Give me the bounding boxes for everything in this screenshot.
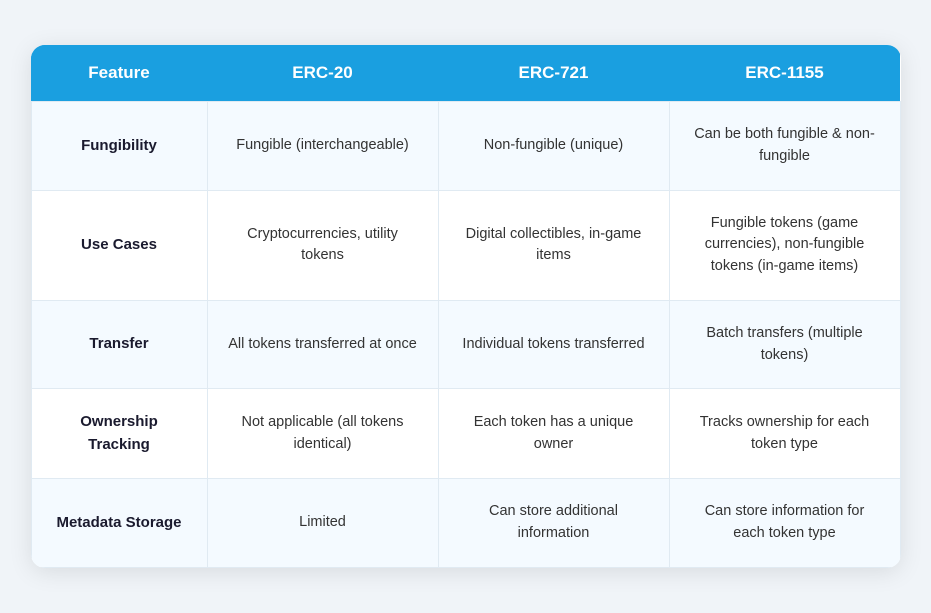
cell-erc721: Can store additional information bbox=[438, 479, 669, 568]
cell-erc721: Digital collectibles, in-game items bbox=[438, 190, 669, 300]
table-row: Ownership TrackingNot applicable (all to… bbox=[31, 389, 900, 479]
cell-erc20: Not applicable (all tokens identical) bbox=[207, 389, 438, 479]
cell-feature: Transfer bbox=[31, 300, 207, 389]
cell-feature: Fungibility bbox=[31, 102, 207, 191]
cell-erc1155: Can store information for each token typ… bbox=[669, 479, 900, 568]
table-body: FungibilityFungible (interchangeable)Non… bbox=[31, 102, 900, 568]
cell-erc721: Non-fungible (unique) bbox=[438, 102, 669, 191]
table-row: TransferAll tokens transferred at onceIn… bbox=[31, 300, 900, 389]
cell-erc1155: Fungible tokens (game currencies), non-f… bbox=[669, 190, 900, 300]
table-row: Use CasesCryptocurrencies, utility token… bbox=[31, 190, 900, 300]
cell-feature: Ownership Tracking bbox=[31, 389, 207, 479]
comparison-table-wrapper: Feature ERC-20 ERC-721 ERC-1155 Fungibil… bbox=[31, 45, 901, 568]
comparison-table: Feature ERC-20 ERC-721 ERC-1155 Fungibil… bbox=[31, 45, 901, 568]
cell-erc20: Fungible (interchangeable) bbox=[207, 102, 438, 191]
cell-erc20: All tokens transferred at once bbox=[207, 300, 438, 389]
cell-feature: Metadata Storage bbox=[31, 479, 207, 568]
cell-erc1155: Can be both fungible & non-fungible bbox=[669, 102, 900, 191]
cell-erc1155: Batch transfers (multiple tokens) bbox=[669, 300, 900, 389]
cell-erc721: Each token has a unique owner bbox=[438, 389, 669, 479]
cell-erc20: Cryptocurrencies, utility tokens bbox=[207, 190, 438, 300]
table-row: FungibilityFungible (interchangeable)Non… bbox=[31, 102, 900, 191]
header-erc20: ERC-20 bbox=[207, 45, 438, 102]
cell-erc721: Individual tokens transferred bbox=[438, 300, 669, 389]
header-erc721: ERC-721 bbox=[438, 45, 669, 102]
table-row: Metadata StorageLimitedCan store additio… bbox=[31, 479, 900, 568]
table-header-row: Feature ERC-20 ERC-721 ERC-1155 bbox=[31, 45, 900, 102]
cell-feature: Use Cases bbox=[31, 190, 207, 300]
cell-erc20: Limited bbox=[207, 479, 438, 568]
header-feature: Feature bbox=[31, 45, 207, 102]
cell-erc1155: Tracks ownership for each token type bbox=[669, 389, 900, 479]
header-erc1155: ERC-1155 bbox=[669, 45, 900, 102]
